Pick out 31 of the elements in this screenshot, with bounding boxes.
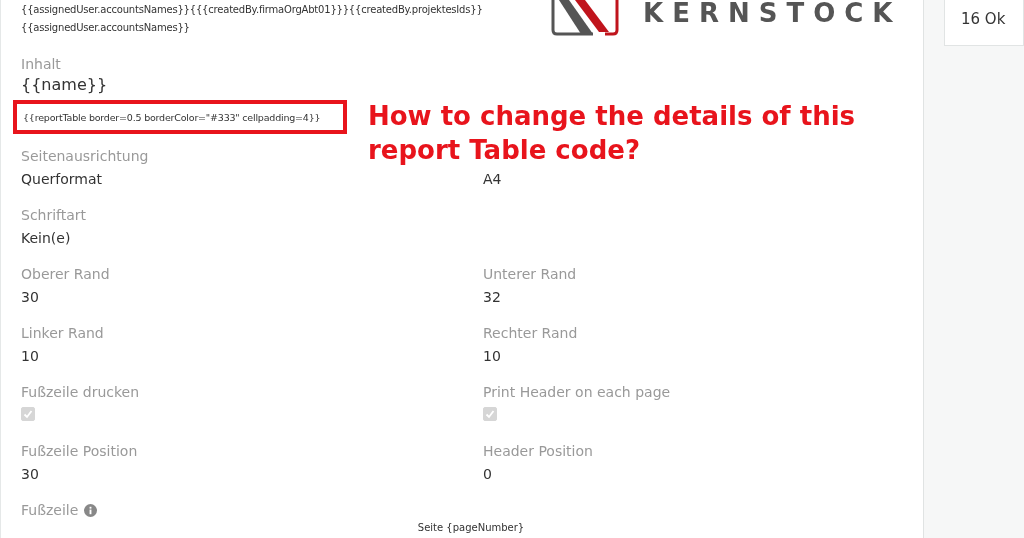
field-label: Fußzeile	[21, 501, 79, 520]
field-value: 10	[483, 347, 501, 366]
field-value: Querformat	[21, 170, 102, 189]
template-text: {{assignedUser.accountsNames}}	[21, 22, 191, 33]
code-text: {{reportTable border=0.5 borderColor="#333" cellpadding=4}}	[23, 111, 321, 123]
field-value: 30	[21, 465, 39, 484]
template-text: {{assignedUser.accountsNames}}{{{createdBy.firmaOrgAbt01}}}{{createdBy.projektesIds}}	[21, 4, 484, 15]
field-label: Print Header on each page	[483, 383, 671, 402]
field-label: Fußzeile Position	[21, 442, 138, 461]
field-value: 10	[21, 347, 39, 366]
side-card-value: 16 Ok	[961, 10, 1007, 28]
field-label: Rechter Rand	[483, 324, 578, 343]
field-label: Linker Rand	[21, 324, 104, 343]
field-label: Inhalt	[21, 55, 61, 74]
field-label: Schriftart	[21, 206, 87, 225]
logo-text: KERNSTOCK	[643, 0, 902, 26]
logo-icon	[551, 0, 621, 36]
field-value: {{name}}	[21, 74, 108, 96]
field-value: 32	[483, 288, 501, 307]
field-label: Unterer Rand	[483, 265, 577, 284]
annotation-text: How to change the details of this report Table code?	[368, 100, 857, 167]
field-label: Header Position	[483, 442, 593, 461]
field-label: Oberer Rand	[21, 265, 110, 284]
footer-preview-text: Seite {pageNumber}	[416, 522, 526, 533]
field-value: A4	[483, 170, 502, 189]
field-value: Kein(e)	[21, 229, 71, 248]
field-label: Fußzeile drucken	[21, 383, 140, 402]
info-icon[interactable]	[84, 503, 98, 517]
field-value: 0	[483, 465, 492, 484]
field-label: Seitenausrichtung	[21, 147, 149, 166]
field-value: 30	[21, 288, 39, 307]
